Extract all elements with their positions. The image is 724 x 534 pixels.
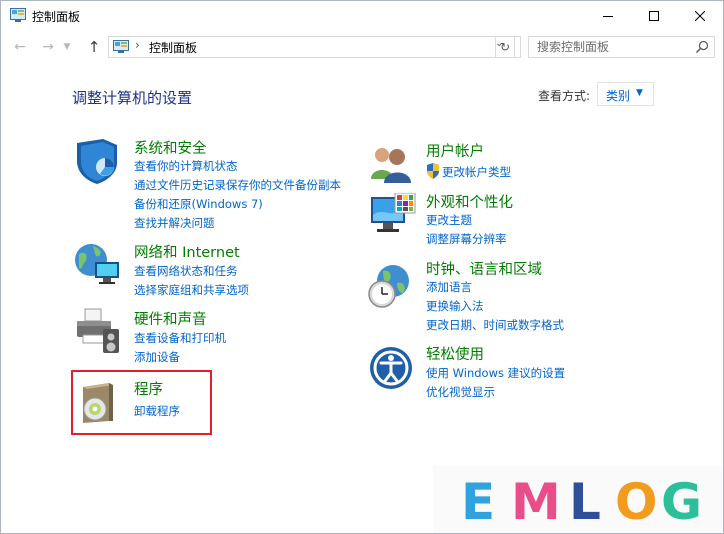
network-globe-icon[interactable] [73, 242, 123, 286]
hardware-sound-title[interactable]: 硬件和声音 [134, 308, 207, 329]
logo-letter-e: E [461, 473, 496, 531]
ease-of-access-icon[interactable] [369, 346, 413, 390]
programs-highlight-box [71, 370, 212, 435]
forward-button[interactable]: → [39, 38, 57, 56]
logo-letter-g: G [661, 473, 703, 531]
logo-letter-m: M [511, 473, 561, 531]
control-panel-icon [10, 8, 26, 22]
minimize-button[interactable] [585, 1, 631, 31]
minimize-icon [603, 16, 613, 17]
search-input[interactable] [529, 37, 689, 57]
network-internet-title[interactable]: 网络和 Internet [134, 241, 240, 262]
close-button[interactable] [677, 1, 723, 31]
printer-speaker-icon[interactable] [75, 307, 123, 355]
appearance-title[interactable]: 外观和个性化 [426, 191, 513, 212]
add-device-link[interactable]: 添加设备 [134, 349, 180, 365]
back-arrow-icon: ← [14, 39, 26, 55]
maximize-button[interactable] [631, 1, 677, 31]
up-button[interactable]: ↑ [85, 38, 103, 56]
recommended-settings-link[interactable]: 使用 Windows 建议的设置 [426, 365, 565, 381]
devices-printers-link[interactable]: 查看设备和打印机 [134, 330, 226, 346]
add-language-link[interactable]: 添加语言 [426, 279, 472, 295]
page-title: 调整计算机的设置 [72, 89, 193, 107]
screen-resolution-link[interactable]: 调整屏幕分辨率 [426, 231, 507, 247]
users-icon[interactable] [369, 143, 413, 183]
uac-shield-icon [427, 163, 439, 179]
logo-letter-l: L [569, 473, 601, 531]
change-date-time-format-link[interactable]: 更改日期、时间或数字格式 [426, 317, 564, 333]
chevron-down-icon[interactable]: ▼ [636, 88, 643, 98]
recent-locations-button[interactable]: ▼ [61, 38, 73, 56]
file-history-backup-link[interactable]: 通过文件历史记录保存你的文件备份副本 [134, 177, 341, 193]
up-arrow-icon: ↑ [87, 38, 101, 56]
view-computer-status-link[interactable]: 查看你的计算机状态 [134, 158, 238, 174]
network-status-link[interactable]: 查看网络状态和任务 [134, 263, 238, 279]
forward-arrow-icon: → [42, 39, 54, 55]
optimize-visual-display-link[interactable]: 优化视觉显示 [426, 384, 495, 400]
breadcrumb-control-panel[interactable]: 控制面板 [149, 39, 197, 56]
logo-letter-o: O [615, 473, 658, 531]
navigation-bar: ← → ▼ ↑ › 控制面板 ⌄ ↻ [1, 31, 723, 63]
refresh-button[interactable]: ↻ [495, 36, 515, 58]
title-bar: 控制面板 [1, 1, 723, 31]
chevron-down-icon: ▼ [63, 42, 71, 52]
control-panel-window: 控制面板 ← → ▼ ↑ › 控制面板 ⌄ ↻ 搜索控制面板 调整计算机的设置 … [0, 0, 724, 534]
search-icon[interactable] [695, 40, 709, 54]
backup-restore-link[interactable]: 备份和还原(Windows 7) [134, 196, 263, 212]
user-accounts-title[interactable]: 用户帐户 [426, 140, 484, 161]
homegroup-sharing-link[interactable]: 选择家庭组和共享选项 [134, 282, 249, 298]
change-theme-link[interactable]: 更改主题 [426, 212, 472, 228]
refresh-icon: ↻ [499, 40, 511, 54]
view-by-value[interactable]: 类别 [606, 87, 630, 104]
ease-of-access-title[interactable]: 轻松使用 [426, 343, 484, 364]
view-by-select[interactable]: 类别 ▼ [597, 82, 654, 106]
maximize-icon [649, 11, 659, 21]
clock-language-region-title[interactable]: 时钟、语言和区域 [426, 258, 542, 279]
change-account-type-link[interactable]: 更改帐户类型 [442, 164, 511, 180]
back-button[interactable]: ← [11, 38, 29, 56]
troubleshoot-link[interactable]: 查找并解决问题 [134, 215, 215, 231]
clock-globe-icon[interactable] [367, 263, 413, 309]
search-box[interactable] [528, 36, 715, 58]
system-security-title[interactable]: 系统和安全 [134, 137, 207, 158]
window-title: 控制面板 [32, 10, 81, 24]
control-panel-icon [113, 40, 129, 53]
view-by-label: 查看方式: [538, 89, 591, 103]
change-input-method-link[interactable]: 更换输入法 [426, 298, 484, 314]
breadcrumb-separator[interactable]: › [135, 38, 140, 52]
address-bar[interactable]: › 控制面板 ⌄ [108, 36, 521, 58]
security-shield-icon[interactable] [73, 139, 121, 185]
close-icon [695, 11, 705, 21]
monitor-palette-icon[interactable] [369, 193, 417, 239]
emlog-watermark-logo: E M L O G [433, 466, 723, 533]
